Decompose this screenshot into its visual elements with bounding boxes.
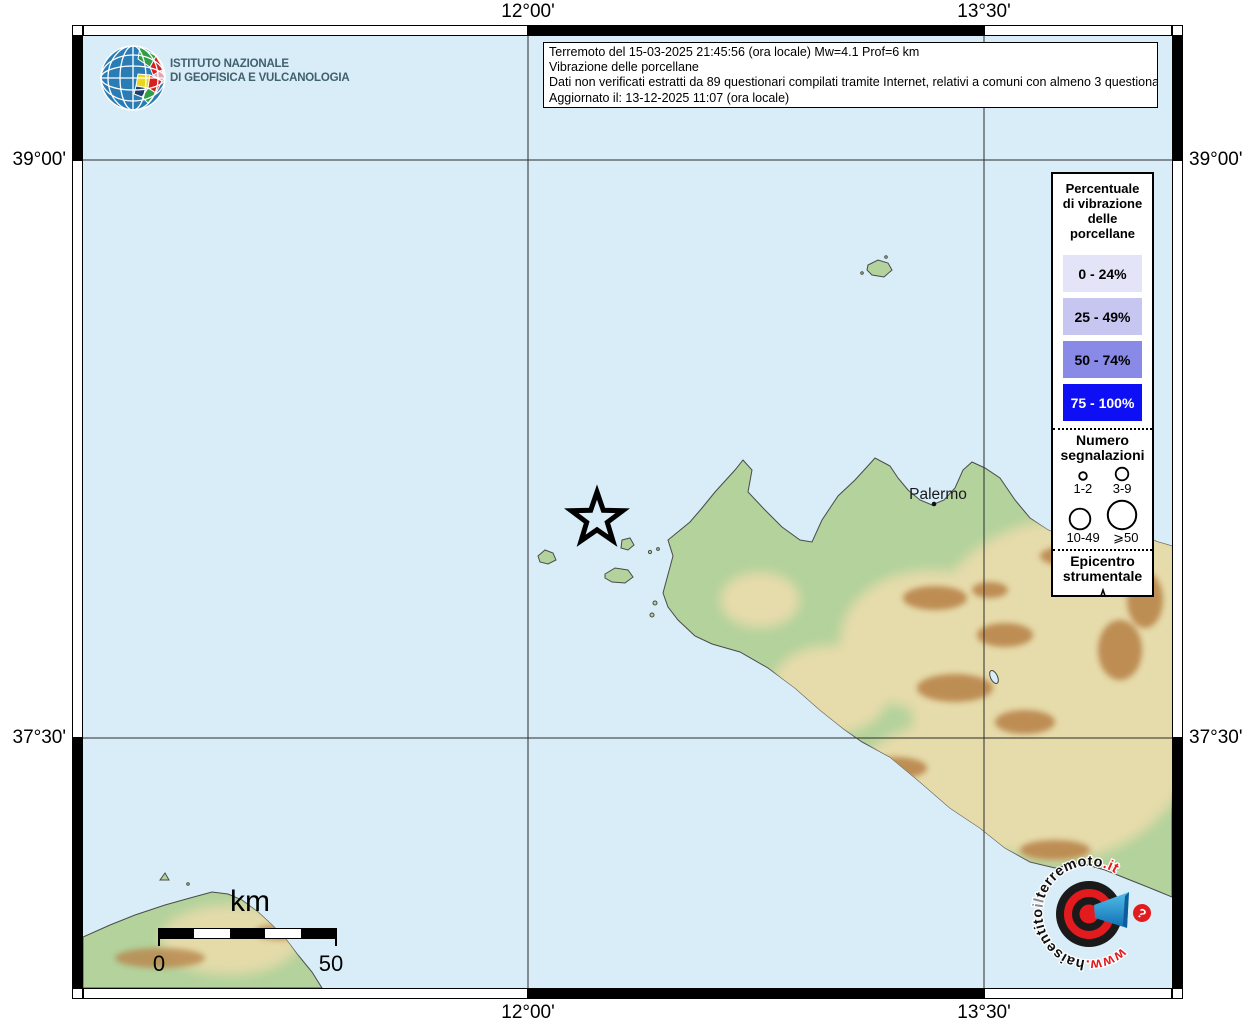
axis-label-lat-north-right: 39°00' [1189,149,1243,171]
haisentitoilterremoto-logo[interactable]: ? www.haisentitoilterremoto.it [1028,852,1160,984]
legend-swatch-75-100: 75 - 100% [1063,384,1142,421]
axis-label-lat-north-left: 39°00' [0,149,66,171]
legend-title-line: Percentuale [1053,181,1152,196]
count-circle-50plus-icon [1106,499,1138,531]
count-circle-1-2-icon [1074,468,1092,482]
legend-epicenter-title-line: strumentale [1053,569,1152,584]
event-title: Terremoto del 15-03-2025 21:45:56 (ora l… [549,45,1152,60]
question-badge-icon: ? [1130,901,1155,926]
legend-swatch-50-74: 50 - 74% [1063,341,1142,378]
axis-label-lon-west-top: 12°00' [478,1,578,23]
count-label-50plus: ⩾50 [1113,531,1138,545]
scale-bar-unit: km [140,885,360,919]
legend-counts-title-line: segnalazioni [1053,448,1152,463]
event-data-note: Dati non verificati estratti da 89 quest… [549,75,1152,90]
legend-title-line: di vibrazione [1053,196,1152,211]
legend-title-line: delle [1053,211,1152,226]
event-info-box: Terremoto del 15-03-2025 21:45:56 (ora l… [543,42,1158,108]
legend-box: Percentuale di vibrazione delle porcella… [1051,172,1154,597]
scale-bar-tick-start [158,929,160,946]
map-canvas: Palermo [83,36,1172,988]
page: Palermo 12°00' 13°30' 12°00' 13°30' 39°0… [0,0,1255,1024]
legend-count-symbols-small [1053,466,1152,482]
legend-separator [1053,428,1152,430]
scale-bar-tick-end [335,929,337,946]
axis-label-lon-east-bottom: 13°30' [934,1002,1034,1024]
legend-epicenter-star-icon [1088,588,1118,597]
legend-swatch-25-49: 25 - 49% [1063,298,1142,335]
axis-label-lon-east-top: 13°30' [934,1,1034,23]
scale-bar-start-label: 0 [141,951,177,977]
legend-epicenter-title-line: Epicentro [1053,554,1152,569]
count-label-3-9: 3-9 [1113,482,1132,496]
city-label-palermo: Palermo [909,486,967,503]
count-label-10-49: 10-49 [1066,531,1099,545]
ingv-globe-icon [98,44,168,112]
count-label-1-2: 1-2 [1073,482,1092,496]
ingv-name-line1: ISTITUTO NAZIONALE [170,57,349,71]
axis-label-lat-south-right: 37°30' [1189,727,1243,749]
count-circle-3-9-icon [1113,466,1131,482]
event-updated: Aggiornato il: 13-12-2025 11:07 (ora loc… [549,91,1152,106]
legend-counts-title-line: Numero [1053,433,1152,448]
legend-title-line: porcellane [1053,226,1152,241]
legend-count-symbols-large [1053,499,1152,531]
axis-label-lon-west-bottom: 12°00' [478,1002,578,1024]
scale-bar: km 0 50 [140,885,365,985]
haisentitoilterremoto-logo-icon: ? www.haisentitoilterremoto.it [1028,852,1160,984]
ingv-logo: ISTITUTO NAZIONALE DI GEOFISICA E VULCAN… [98,44,398,112]
ingv-name-line2: DI GEOFISICA E VULCANOLOGIA [170,71,349,85]
count-circle-10-49-icon [1067,506,1093,531]
event-subtitle: Vibrazione delle porcellane [549,60,1152,75]
legend-swatch-0-24: 0 - 24% [1063,255,1142,292]
scale-bar-end-label: 50 [313,951,349,977]
axis-label-lat-south-left: 37°30' [0,727,66,749]
scale-bar-segments [159,929,336,938]
legend-separator [1053,549,1152,551]
